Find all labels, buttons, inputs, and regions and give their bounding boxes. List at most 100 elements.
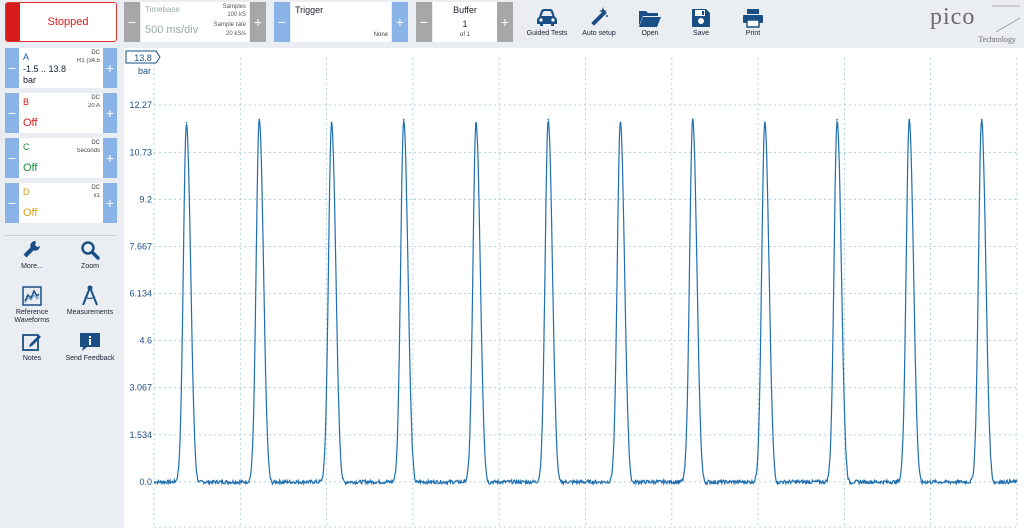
trace-peak-point	[185, 121, 188, 124]
channel-c-coupling[interactable]: DC	[91, 140, 100, 146]
trace-peak-point	[908, 118, 911, 121]
trace-peak-point	[547, 118, 550, 121]
y-tick-label: 0.0	[139, 477, 152, 487]
trace-peak-point	[836, 118, 838, 121]
scope-display[interactable]: 12.27 10.73 9.2 7.667 6.134 4.6 3.067 1.534 0.0 1…	[124, 48, 1024, 528]
channel-d-probe[interactable]: x1	[94, 193, 100, 199]
save-label: Save	[693, 30, 709, 37]
run-stop-label: Stopped	[47, 16, 89, 28]
y-tick-label: 7.667	[129, 241, 152, 251]
samples-value[interactable]: 100 kS	[227, 12, 246, 18]
channel-a-panel[interactable]: − A DC R1 (34.5 -1.5 .. 13.8 bar +	[5, 48, 117, 88]
trace-peak-point	[475, 121, 477, 124]
channel-d-decrease-button[interactable]: −	[5, 183, 19, 223]
trigger-increase-button[interactable]: +	[392, 2, 408, 42]
open-button[interactable]: Open	[625, 2, 675, 42]
sample-rate-value[interactable]: 20 kS/s	[226, 31, 246, 37]
more-button[interactable]: More...	[2, 238, 62, 271]
y-tick-label: 3.067	[129, 383, 152, 393]
print-button[interactable]: Print	[728, 2, 778, 42]
channel-a-unit: bar	[23, 75, 37, 85]
timebase-panel: Timebase 500 ms/div Samples 100 kS Sampl…	[141, 2, 249, 42]
notes-label: Notes	[22, 355, 42, 362]
sidebar-divider	[5, 235, 117, 236]
channel-c-increase-button[interactable]: +	[103, 138, 117, 178]
y-tick-label: 9.2	[139, 194, 152, 204]
measurements-button[interactable]: Measurements	[60, 284, 120, 317]
buffer-next-button[interactable]: +	[497, 2, 513, 42]
channel-a-range[interactable]: -1.5 .. 13.8	[23, 64, 66, 74]
buffer-value[interactable]: 1	[433, 19, 497, 29]
timebase-decrease-button[interactable]: −	[124, 2, 140, 42]
y-tick-label: 12.27	[129, 100, 152, 110]
channel-c-decrease-button[interactable]: −	[5, 138, 19, 178]
more-label: More...	[21, 263, 43, 270]
waveform-chart[interactable]: 12.27 10.73 9.2 7.667 6.134 4.6 3.067 1.534 0.0 1…	[124, 48, 1024, 528]
channel-a-name: A	[23, 52, 30, 62]
sample-rate-label: Sample rate	[213, 22, 246, 28]
y-tick-label: 10.73	[129, 147, 152, 157]
measurements-label: Measurements	[66, 309, 114, 316]
channel-b-decrease-button[interactable]: −	[5, 93, 19, 133]
trace-peak-point	[330, 121, 333, 124]
send-feedback-label: Send Feedback	[65, 355, 115, 362]
channel-b-probe[interactable]: 20 A	[88, 103, 100, 109]
open-label: Open	[641, 30, 659, 37]
auto-setup-label: Auto setup	[582, 30, 616, 37]
top-toolbar: Stopped − Timebase 500 ms/div Samples 10…	[0, 0, 1024, 48]
notes-icon	[22, 330, 42, 352]
auto-setup-button[interactable]: Auto setup	[574, 2, 624, 42]
channel-a-coupling[interactable]: DC	[91, 50, 100, 56]
trace-peak-point	[619, 121, 622, 124]
channel-d-panel[interactable]: − D DC x1 Off +	[5, 183, 117, 223]
pico-technology-logo: pico Technology	[922, 2, 1022, 46]
timebase-title: Timebase	[145, 5, 180, 14]
channel-b-coupling[interactable]: DC	[91, 95, 100, 101]
pico-logo-subtitle: Technology	[978, 35, 1016, 44]
feedback-icon	[79, 330, 101, 352]
channel-a-decrease-button[interactable]: −	[5, 48, 19, 88]
zoom-button[interactable]: Zoom	[60, 238, 120, 271]
magnifier-icon	[80, 238, 100, 260]
caliper-icon	[80, 284, 100, 306]
timebase-increase-button[interactable]: +	[250, 2, 266, 42]
channel-b-increase-button[interactable]: +	[103, 93, 117, 133]
folder-open-icon	[638, 2, 662, 28]
guided-tests-button[interactable]: Guided Tests	[522, 2, 572, 42]
buffer-panel: Buffer 1 of 1	[433, 2, 497, 42]
channel-d-increase-button[interactable]: +	[103, 183, 117, 223]
channel-c-panel[interactable]: − C DC Seconds Off +	[5, 138, 117, 178]
trigger-decrease-button[interactable]: −	[274, 2, 290, 42]
trace-peak-point	[691, 118, 694, 121]
trigger-title: Trigger	[295, 5, 324, 15]
channel-d-name: D	[23, 187, 30, 197]
printer-icon	[742, 2, 764, 28]
run-stop-button[interactable]: Stopped	[5, 2, 117, 42]
channel-b-panel[interactable]: − B DC 20 A Off +	[5, 93, 117, 133]
stop-indicator	[6, 3, 20, 41]
reference-waveform-icon	[22, 284, 42, 306]
channel-d-state[interactable]: Off	[23, 207, 37, 219]
send-feedback-button[interactable]: Send Feedback	[60, 330, 120, 363]
y-tick-label: 4.6	[139, 336, 152, 346]
channel-a-increase-button[interactable]: +	[103, 48, 117, 88]
samples-label: Samples	[222, 4, 246, 10]
y-tick-label: 1.534	[129, 430, 152, 440]
trigger-panel[interactable]: Trigger None	[291, 2, 391, 42]
car-icon	[535, 2, 559, 28]
save-button[interactable]: Save	[676, 2, 726, 42]
buffer-previous-button[interactable]: −	[416, 2, 432, 42]
timebase-value[interactable]: 500 ms/div	[145, 24, 198, 36]
magic-wand-icon	[588, 2, 610, 28]
channel-c-state[interactable]: Off	[23, 162, 37, 174]
guided-tests-label: Guided Tests	[526, 30, 568, 37]
notes-button[interactable]: Notes	[2, 330, 62, 363]
channel-a-probe[interactable]: R1 (34.5	[77, 58, 100, 64]
axis-scale-value: 13.8	[134, 53, 152, 63]
channel-d-coupling[interactable]: DC	[91, 185, 100, 191]
reference-waveforms-button[interactable]: Reference Waveforms	[2, 284, 62, 325]
y-tick-label: 6.134	[129, 288, 152, 298]
channel-c-probe[interactable]: Seconds	[77, 148, 100, 154]
channel-b-state[interactable]: Off	[23, 117, 37, 129]
trace-peak-point	[764, 121, 766, 124]
